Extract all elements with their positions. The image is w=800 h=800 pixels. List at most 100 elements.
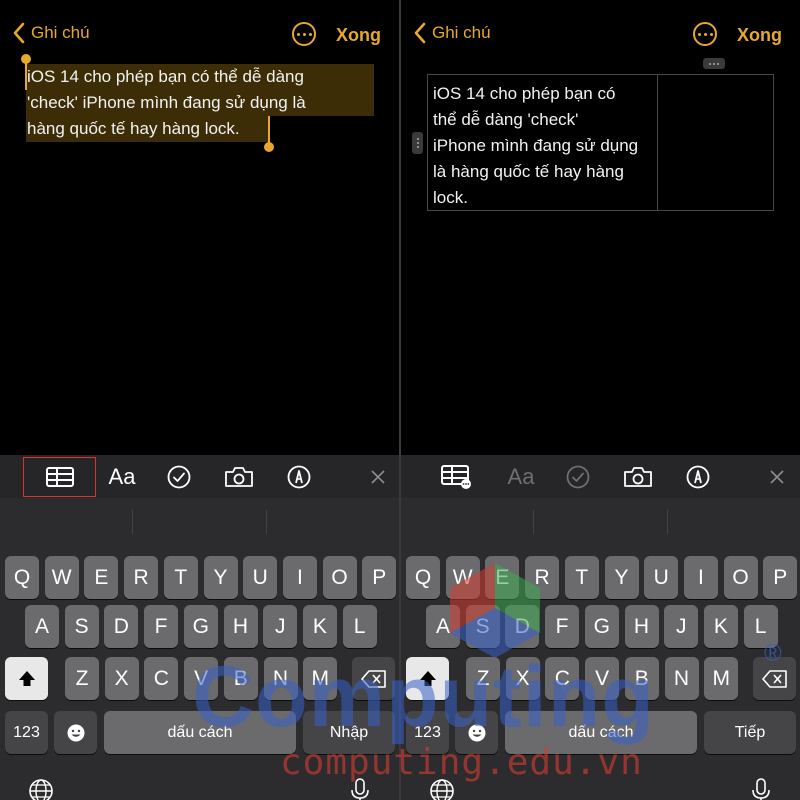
checklist-button xyxy=(561,455,595,498)
selection-start-caret xyxy=(25,60,27,90)
key-l[interactable]: L xyxy=(743,605,778,648)
row-handle[interactable] xyxy=(412,132,423,154)
key-o[interactable]: O xyxy=(723,556,758,599)
key-d[interactable]: D xyxy=(104,605,139,648)
key-x[interactable]: X xyxy=(104,657,139,700)
key-v[interactable]: V xyxy=(585,657,620,700)
key-c[interactable]: C xyxy=(545,657,580,700)
key-h[interactable]: H xyxy=(624,605,659,648)
key-h[interactable]: H xyxy=(223,605,258,648)
key-j[interactable]: J xyxy=(664,605,699,648)
key-w[interactable]: W xyxy=(44,556,79,599)
key-k[interactable]: K xyxy=(302,605,337,648)
key-l[interactable]: L xyxy=(342,605,377,648)
camera-button[interactable] xyxy=(220,455,258,498)
format-button[interactable]: Aa xyxy=(102,455,142,498)
backspace-key[interactable] xyxy=(352,657,395,700)
key-r[interactable]: R xyxy=(124,556,159,599)
key-r[interactable]: R xyxy=(525,556,560,599)
shift-key[interactable] xyxy=(406,657,449,700)
backspace-key[interactable] xyxy=(753,657,796,700)
back-button[interactable]: Ghi chú xyxy=(12,22,90,44)
key-p[interactable]: P xyxy=(362,556,397,599)
key-w[interactable]: W xyxy=(445,556,480,599)
key-y[interactable]: Y xyxy=(604,556,639,599)
selection-end-handle[interactable] xyxy=(264,142,274,152)
more-circle-icon[interactable] xyxy=(292,22,316,46)
return-key[interactable]: Tiếp xyxy=(704,711,796,754)
key-q[interactable]: Q xyxy=(406,556,440,599)
emoji-key[interactable] xyxy=(455,711,498,754)
key-z[interactable]: Z xyxy=(466,657,500,700)
camera-icon xyxy=(225,466,253,487)
column-handle[interactable] xyxy=(703,58,725,69)
selection-end-caret xyxy=(268,116,270,144)
nav-bar: Ghi chú Xong xyxy=(0,18,399,52)
camera-button[interactable] xyxy=(619,455,657,498)
globe-icon[interactable] xyxy=(28,778,54,800)
key-n[interactable]: N xyxy=(263,657,298,700)
table-cell[interactable]: iOS 14 cho phép bạn có thể dễ dàng 'chec… xyxy=(433,81,655,211)
key-s[interactable]: S xyxy=(64,605,99,648)
key-m[interactable]: M xyxy=(303,657,338,700)
markup-button[interactable] xyxy=(681,455,715,498)
close-button[interactable] xyxy=(364,455,392,498)
key-f[interactable]: F xyxy=(545,605,580,648)
microphone-icon[interactable] xyxy=(751,778,771,800)
key-g[interactable]: G xyxy=(183,605,218,648)
key-s[interactable]: S xyxy=(465,605,500,648)
key-i[interactable]: I xyxy=(683,556,718,599)
note-table[interactable]: iOS 14 cho phép bạn có thể dễ dàng 'chec… xyxy=(427,74,774,211)
key-u[interactable]: U xyxy=(644,556,679,599)
checklist-icon xyxy=(167,465,191,488)
note-body[interactable]: iOS 14 cho phép bạn có thể dễ dàng 'chec… xyxy=(27,64,367,142)
key-u[interactable]: U xyxy=(243,556,278,599)
table-button[interactable] xyxy=(23,457,96,497)
shift-key[interactable] xyxy=(5,657,48,700)
table-icon xyxy=(45,467,74,487)
numbers-key[interactable]: 123 xyxy=(406,711,449,754)
emoji-key[interactable] xyxy=(54,711,97,754)
key-a[interactable]: A xyxy=(25,605,59,648)
key-c[interactable]: C xyxy=(144,657,179,700)
checklist-button[interactable] xyxy=(162,455,196,498)
space-key[interactable]: dấu cách xyxy=(505,711,697,754)
key-d[interactable]: D xyxy=(505,605,540,648)
key-t[interactable]: T xyxy=(564,556,599,599)
key-p[interactable]: P xyxy=(763,556,798,599)
key-o[interactable]: O xyxy=(322,556,357,599)
key-q[interactable]: Q xyxy=(5,556,39,599)
key-v[interactable]: V xyxy=(184,657,219,700)
markup-button[interactable] xyxy=(282,455,316,498)
key-k[interactable]: K xyxy=(703,605,738,648)
key-z[interactable]: Z xyxy=(65,657,99,700)
more-circle-icon[interactable] xyxy=(693,22,717,46)
key-a[interactable]: A xyxy=(426,605,460,648)
space-key[interactable]: dấu cách xyxy=(104,711,296,754)
numbers-key[interactable]: 123 xyxy=(5,711,48,754)
done-button[interactable]: Xong xyxy=(737,25,782,46)
key-g[interactable]: G xyxy=(584,605,619,648)
key-x[interactable]: X xyxy=(505,657,540,700)
suggestion-bar xyxy=(0,498,399,542)
key-j[interactable]: J xyxy=(263,605,298,648)
key-e[interactable]: E xyxy=(485,556,520,599)
globe-icon[interactable] xyxy=(429,778,455,800)
done-button[interactable]: Xong xyxy=(336,25,381,46)
close-button[interactable] xyxy=(763,455,791,498)
table-cell-line: iPhone mình đang sử dụng xyxy=(433,136,639,155)
table-options-button[interactable] xyxy=(437,455,477,498)
key-e[interactable]: E xyxy=(84,556,119,599)
back-button[interactable]: Ghi chú xyxy=(413,22,491,44)
microphone-icon[interactable] xyxy=(350,778,370,800)
key-f[interactable]: F xyxy=(144,605,179,648)
key-i[interactable]: I xyxy=(282,556,317,599)
return-key[interactable]: Nhập xyxy=(303,711,395,754)
chevron-left-icon xyxy=(13,22,25,44)
key-n[interactable]: N xyxy=(664,657,699,700)
key-b[interactable]: B xyxy=(223,657,258,700)
key-y[interactable]: Y xyxy=(203,556,238,599)
key-t[interactable]: T xyxy=(163,556,198,599)
key-b[interactable]: B xyxy=(624,657,659,700)
key-m[interactable]: M xyxy=(704,657,739,700)
